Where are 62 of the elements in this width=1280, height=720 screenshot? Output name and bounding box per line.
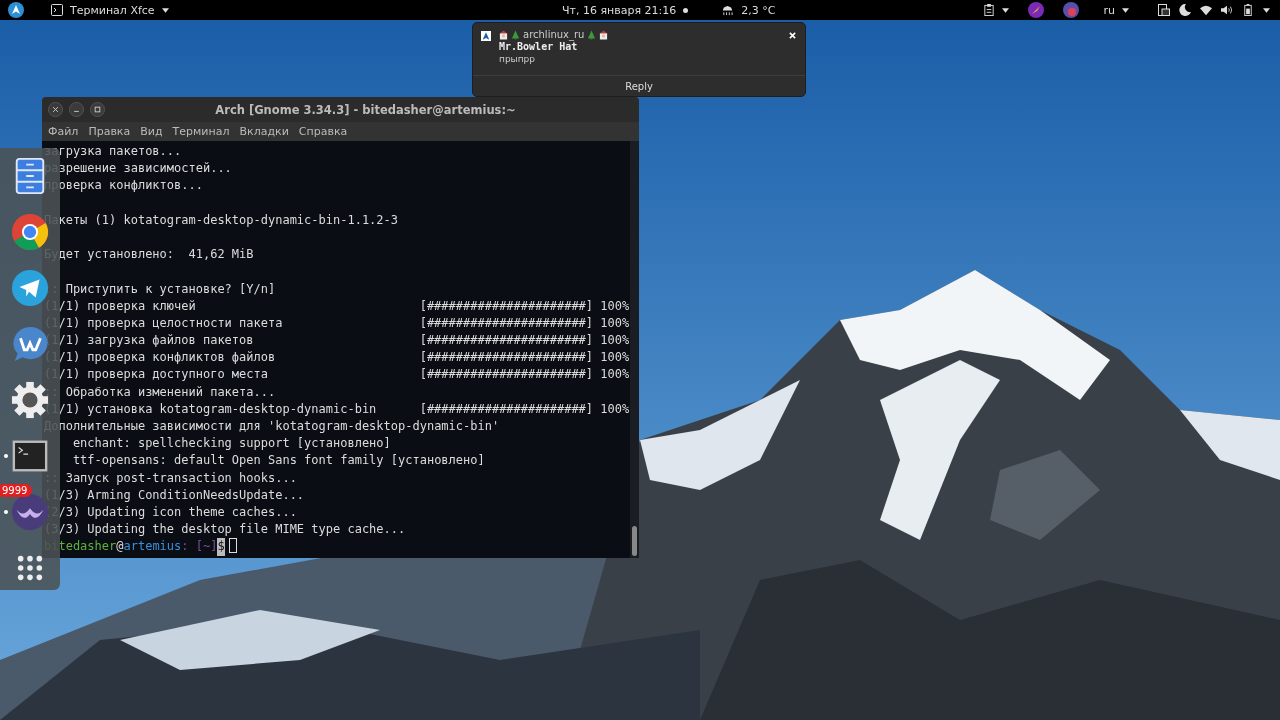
weather-icon <box>721 4 735 16</box>
progress-hashes: [######################] <box>419 400 594 418</box>
terminal-icon <box>51 4 63 16</box>
santa-icon <box>499 29 508 40</box>
tree-icon <box>511 29 520 40</box>
percent-text: 100% <box>600 400 630 418</box>
app-icon <box>481 31 491 41</box>
santa-icon <box>599 29 609 40</box>
wifi-icon <box>1200 4 1212 16</box>
menu-item[interactable]: Справка <box>298 125 348 138</box>
cursor <box>228 538 237 554</box>
caret-icon[interactable] <box>1001 7 1009 13</box>
caret-icon <box>161 7 169 13</box>
clipboard-icon[interactable] <box>982 4 995 16</box>
clock-button[interactable]: Чт, 16 января 21:16 2,3 °C <box>562 3 776 17</box>
window-title: Arch [Gnome 3.34.3] - bitedasher@artemius:~ <box>214 102 517 117</box>
keyboard-layout-button[interactable]: ru <box>1103 3 1115 17</box>
progress-hashes: [######################] <box>419 297 594 315</box>
system-menu-button[interactable] <box>1158 4 1270 16</box>
notification-app: archlinux_ru <box>523 29 585 40</box>
maximize-icon[interactable] <box>90 102 105 117</box>
menu-item[interactable]: Вид <box>140 125 163 138</box>
battery-icon <box>1242 4 1254 16</box>
scrollbar[interactable] <box>630 141 639 558</box>
weather-text: 2,3 °C <box>741 3 776 17</box>
terminal-line: enchant: spellchecking support [установлено] <box>71 435 392 453</box>
minimize-icon[interactable] <box>69 102 84 117</box>
notification-dot-icon <box>683 7 689 13</box>
screen-icon <box>1158 4 1170 16</box>
terminal-line: :: Запуск post-transaction hooks... <box>44 469 298 487</box>
notification-message: прыпрр <box>499 54 536 64</box>
percent-text: 100% <box>600 332 630 350</box>
unread-badge: 9999 <box>0 484 33 497</box>
percent-text: 100% <box>600 366 630 384</box>
notification-sender: Mr.Bowler Hat <box>499 41 579 52</box>
app-tray-icon[interactable] <box>1062 2 1079 18</box>
tree-icon <box>587 29 597 40</box>
volume-icon <box>1221 4 1233 16</box>
activities-icon[interactable] <box>8 2 24 18</box>
menu-item[interactable]: Терминал <box>172 125 230 138</box>
app-tray-icon[interactable] <box>1027 2 1044 18</box>
menu-item[interactable]: Правка <box>88 125 131 138</box>
caret-icon <box>1263 7 1270 13</box>
terminal-line: :: Обработка изменений пакета... <box>44 383 277 401</box>
close-icon[interactable] <box>48 102 63 117</box>
progress-hashes: [######################] <box>419 366 594 384</box>
progress-hashes: [######################] <box>419 314 594 332</box>
progress-hashes: [######################] <box>419 349 594 367</box>
percent-text: 100% <box>600 297 630 315</box>
app-menu[interactable]: Терминал Xfce <box>51 3 169 17</box>
prompt-symbol: $ <box>217 538 225 556</box>
progress-hashes: [######################] <box>419 332 594 350</box>
moon-icon <box>1179 4 1191 16</box>
menu-item[interactable]: Файл <box>48 125 79 138</box>
caret-icon[interactable] <box>1122 7 1129 13</box>
clock-text: Чт, 16 января 21:16 <box>562 3 677 17</box>
menu-item[interactable]: Вкладки <box>239 125 289 138</box>
terminal-line: ttf-opensans: default Open Sans font family [установлено] <box>71 452 486 470</box>
percent-text: 100% <box>600 349 630 367</box>
app-menu-label: Терминал Xfce <box>70 3 155 17</box>
percent-text: 100% <box>600 314 630 332</box>
app-grid-icon[interactable] <box>16 554 44 582</box>
